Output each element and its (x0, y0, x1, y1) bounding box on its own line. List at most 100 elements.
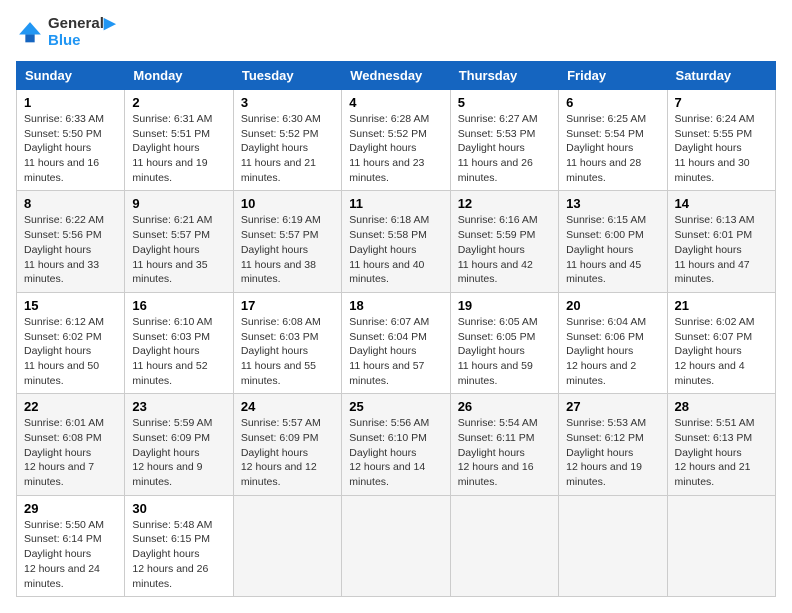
calendar-cell (450, 495, 558, 596)
day-detail: Sunrise: 6:21 AM Sunset: 5:57 PM Dayligh… (132, 213, 225, 286)
calendar-cell (233, 495, 341, 596)
day-detail: Sunrise: 5:56 AM Sunset: 6:10 PM Dayligh… (349, 416, 442, 489)
day-detail: Sunrise: 6:18 AM Sunset: 5:58 PM Dayligh… (349, 213, 442, 286)
day-detail: Sunrise: 5:53 AM Sunset: 6:12 PM Dayligh… (566, 416, 659, 489)
day-number: 26 (458, 399, 551, 414)
calendar-cell: 26 Sunrise: 5:54 AM Sunset: 6:11 PM Dayl… (450, 394, 558, 495)
day-detail: Sunrise: 5:57 AM Sunset: 6:09 PM Dayligh… (241, 416, 334, 489)
calendar-cell: 20 Sunrise: 6:04 AM Sunset: 6:06 PM Dayl… (559, 292, 667, 393)
day-number: 11 (349, 196, 442, 211)
day-detail: Sunrise: 6:28 AM Sunset: 5:52 PM Dayligh… (349, 112, 442, 185)
logo-icon (16, 19, 44, 47)
day-number: 9 (132, 196, 225, 211)
day-number: 25 (349, 399, 442, 414)
calendar-week-1: 1 Sunrise: 6:33 AM Sunset: 5:50 PM Dayli… (17, 90, 776, 191)
weekday-header-thursday: Thursday (450, 62, 558, 90)
day-detail: Sunrise: 6:01 AM Sunset: 6:08 PM Dayligh… (24, 416, 117, 489)
day-detail: Sunrise: 6:25 AM Sunset: 5:54 PM Dayligh… (566, 112, 659, 185)
day-detail: Sunrise: 6:05 AM Sunset: 6:05 PM Dayligh… (458, 315, 551, 388)
calendar-cell: 9 Sunrise: 6:21 AM Sunset: 5:57 PM Dayli… (125, 191, 233, 292)
weekday-header-monday: Monday (125, 62, 233, 90)
day-detail: Sunrise: 6:02 AM Sunset: 6:07 PM Dayligh… (675, 315, 768, 388)
calendar-cell: 28 Sunrise: 5:51 AM Sunset: 6:13 PM Dayl… (667, 394, 775, 495)
day-detail: Sunrise: 6:13 AM Sunset: 6:01 PM Dayligh… (675, 213, 768, 286)
calendar-week-4: 22 Sunrise: 6:01 AM Sunset: 6:08 PM Dayl… (17, 394, 776, 495)
day-detail: Sunrise: 6:22 AM Sunset: 5:56 PM Dayligh… (24, 213, 117, 286)
calendar-cell: 12 Sunrise: 6:16 AM Sunset: 5:59 PM Dayl… (450, 191, 558, 292)
day-number: 15 (24, 298, 117, 313)
day-detail: Sunrise: 6:15 AM Sunset: 6:00 PM Dayligh… (566, 213, 659, 286)
day-number: 24 (241, 399, 334, 414)
calendar-cell: 1 Sunrise: 6:33 AM Sunset: 5:50 PM Dayli… (17, 90, 125, 191)
day-number: 29 (24, 501, 117, 516)
day-detail: Sunrise: 6:07 AM Sunset: 6:04 PM Dayligh… (349, 315, 442, 388)
day-detail: Sunrise: 6:31 AM Sunset: 5:51 PM Dayligh… (132, 112, 225, 185)
calendar-cell: 17 Sunrise: 6:08 AM Sunset: 6:03 PM Dayl… (233, 292, 341, 393)
day-number: 27 (566, 399, 659, 414)
calendar-cell: 8 Sunrise: 6:22 AM Sunset: 5:56 PM Dayli… (17, 191, 125, 292)
calendar-cell: 13 Sunrise: 6:15 AM Sunset: 6:00 PM Dayl… (559, 191, 667, 292)
calendar-cell: 23 Sunrise: 5:59 AM Sunset: 6:09 PM Dayl… (125, 394, 233, 495)
day-number: 1 (24, 95, 117, 110)
calendar-cell: 6 Sunrise: 6:25 AM Sunset: 5:54 PM Dayli… (559, 90, 667, 191)
calendar-cell (559, 495, 667, 596)
day-number: 21 (675, 298, 768, 313)
calendar-cell (342, 495, 450, 596)
day-number: 13 (566, 196, 659, 211)
day-number: 17 (241, 298, 334, 313)
weekday-header-friday: Friday (559, 62, 667, 90)
day-detail: Sunrise: 6:33 AM Sunset: 5:50 PM Dayligh… (24, 112, 117, 185)
day-number: 6 (566, 95, 659, 110)
calendar-cell: 16 Sunrise: 6:10 AM Sunset: 6:03 PM Dayl… (125, 292, 233, 393)
weekday-header-row: SundayMondayTuesdayWednesdayThursdayFrid… (17, 62, 776, 90)
calendar-cell: 22 Sunrise: 6:01 AM Sunset: 6:08 PM Dayl… (17, 394, 125, 495)
calendar-cell: 25 Sunrise: 5:56 AM Sunset: 6:10 PM Dayl… (342, 394, 450, 495)
day-detail: Sunrise: 5:51 AM Sunset: 6:13 PM Dayligh… (675, 416, 768, 489)
day-detail: Sunrise: 5:54 AM Sunset: 6:11 PM Dayligh… (458, 416, 551, 489)
day-number: 12 (458, 196, 551, 211)
day-detail: Sunrise: 6:16 AM Sunset: 5:59 PM Dayligh… (458, 213, 551, 286)
day-detail: Sunrise: 6:19 AM Sunset: 5:57 PM Dayligh… (241, 213, 334, 286)
calendar-table: SundayMondayTuesdayWednesdayThursdayFrid… (16, 61, 776, 597)
weekday-header-tuesday: Tuesday (233, 62, 341, 90)
day-number: 22 (24, 399, 117, 414)
calendar-cell: 10 Sunrise: 6:19 AM Sunset: 5:57 PM Dayl… (233, 191, 341, 292)
calendar-cell: 7 Sunrise: 6:24 AM Sunset: 5:55 PM Dayli… (667, 90, 775, 191)
day-detail: Sunrise: 6:12 AM Sunset: 6:02 PM Dayligh… (24, 315, 117, 388)
calendar-cell: 30 Sunrise: 5:48 AM Sunset: 6:15 PM Dayl… (125, 495, 233, 596)
calendar-cell: 27 Sunrise: 5:53 AM Sunset: 6:12 PM Dayl… (559, 394, 667, 495)
calendar-cell: 19 Sunrise: 6:05 AM Sunset: 6:05 PM Dayl… (450, 292, 558, 393)
calendar-cell: 14 Sunrise: 6:13 AM Sunset: 6:01 PM Dayl… (667, 191, 775, 292)
day-number: 2 (132, 95, 225, 110)
day-detail: Sunrise: 6:30 AM Sunset: 5:52 PM Dayligh… (241, 112, 334, 185)
calendar-week-2: 8 Sunrise: 6:22 AM Sunset: 5:56 PM Dayli… (17, 191, 776, 292)
calendar-cell: 24 Sunrise: 5:57 AM Sunset: 6:09 PM Dayl… (233, 394, 341, 495)
weekday-header-wednesday: Wednesday (342, 62, 450, 90)
day-number: 10 (241, 196, 334, 211)
day-detail: Sunrise: 5:59 AM Sunset: 6:09 PM Dayligh… (132, 416, 225, 489)
calendar-cell: 18 Sunrise: 6:07 AM Sunset: 6:04 PM Dayl… (342, 292, 450, 393)
day-number: 14 (675, 196, 768, 211)
day-detail: Sunrise: 6:10 AM Sunset: 6:03 PM Dayligh… (132, 315, 225, 388)
weekday-header-sunday: Sunday (17, 62, 125, 90)
logo: General▶ Blue (16, 16, 115, 49)
weekday-header-saturday: Saturday (667, 62, 775, 90)
calendar-cell: 5 Sunrise: 6:27 AM Sunset: 5:53 PM Dayli… (450, 90, 558, 191)
calendar-week-5: 29 Sunrise: 5:50 AM Sunset: 6:14 PM Dayl… (17, 495, 776, 596)
day-number: 7 (675, 95, 768, 110)
calendar-cell: 29 Sunrise: 5:50 AM Sunset: 6:14 PM Dayl… (17, 495, 125, 596)
day-number: 20 (566, 298, 659, 313)
calendar-cell: 2 Sunrise: 6:31 AM Sunset: 5:51 PM Dayli… (125, 90, 233, 191)
day-number: 30 (132, 501, 225, 516)
day-number: 3 (241, 95, 334, 110)
calendar-cell: 15 Sunrise: 6:12 AM Sunset: 6:02 PM Dayl… (17, 292, 125, 393)
day-number: 16 (132, 298, 225, 313)
calendar-cell: 11 Sunrise: 6:18 AM Sunset: 5:58 PM Dayl… (342, 191, 450, 292)
day-detail: Sunrise: 6:08 AM Sunset: 6:03 PM Dayligh… (241, 315, 334, 388)
calendar-cell: 3 Sunrise: 6:30 AM Sunset: 5:52 PM Dayli… (233, 90, 341, 191)
page-header: General▶ Blue (16, 16, 776, 49)
day-detail: Sunrise: 6:27 AM Sunset: 5:53 PM Dayligh… (458, 112, 551, 185)
day-detail: Sunrise: 6:04 AM Sunset: 6:06 PM Dayligh… (566, 315, 659, 388)
day-detail: Sunrise: 6:24 AM Sunset: 5:55 PM Dayligh… (675, 112, 768, 185)
day-number: 5 (458, 95, 551, 110)
